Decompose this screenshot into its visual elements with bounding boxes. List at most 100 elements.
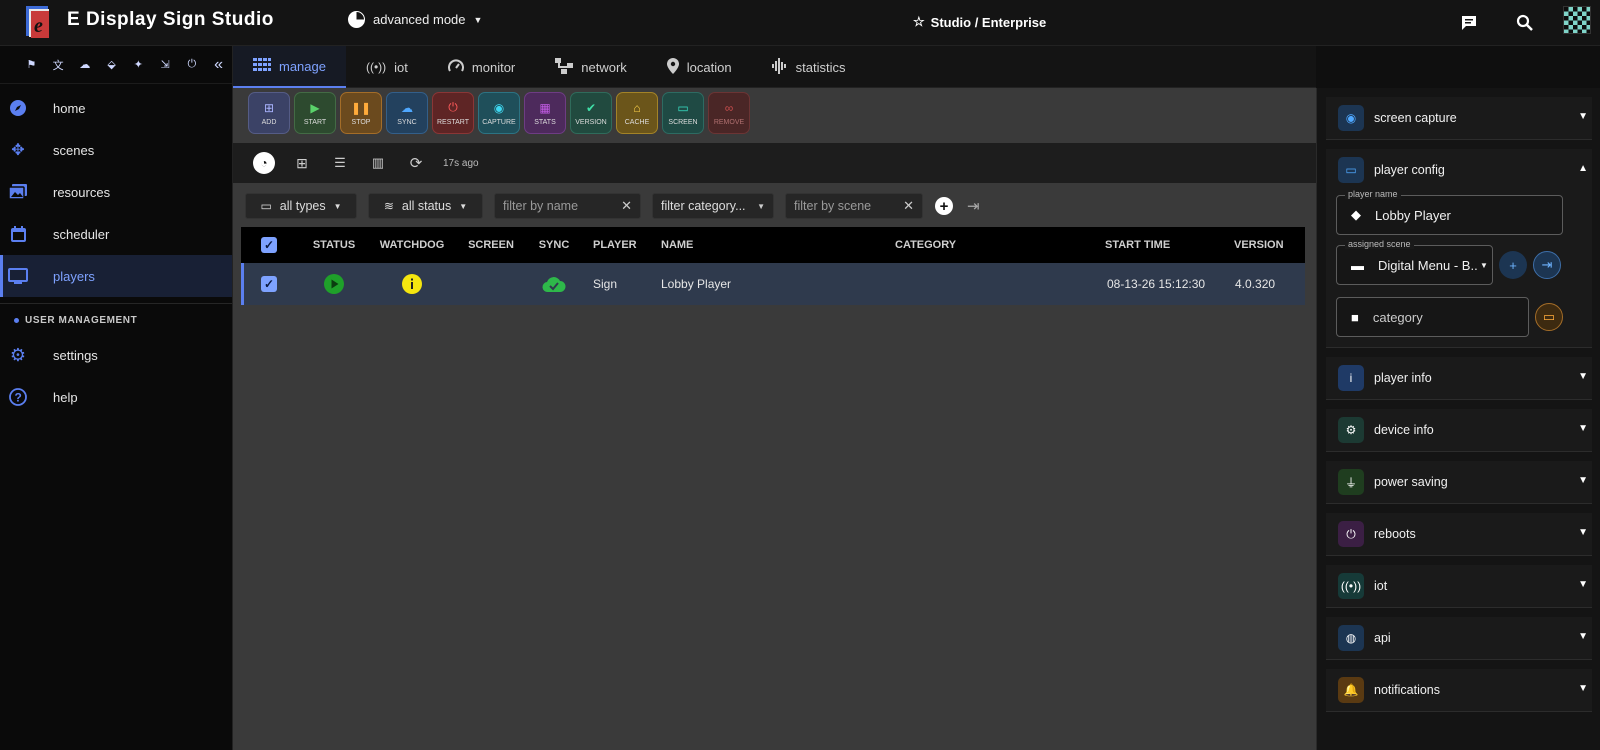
iot-header[interactable]: ((•)) iot ▼ [1326,565,1592,607]
open-scene-button[interactable]: ⇥ [1533,251,1561,279]
sidebar-item-players[interactable]: players [0,255,232,297]
row-checkbox[interactable]: ✓ [261,276,277,292]
player-cell: Sign [593,277,618,291]
sidebar-item-help[interactable]: ? help [0,376,232,418]
tab-network[interactable]: network [535,46,647,88]
add-filter-button[interactable]: + [935,197,953,215]
device-info-header[interactable]: ⚙ device info ▼ [1326,409,1592,451]
scene-filter-input[interactable]: filter by scene ✕ [785,193,923,219]
tab-location[interactable]: location [647,46,752,88]
cache-button[interactable]: ⌂ CACHE [616,92,658,134]
bulb-icon[interactable]: ✦ [125,55,152,75]
header-watchdog[interactable]: WATCHDOG [367,227,457,263]
start-button[interactable]: ▶ START [294,92,336,134]
browse-category-button[interactable]: ▭ [1535,303,1563,331]
screen-capture-header[interactable]: ◉ screen capture ▼ [1326,97,1592,139]
devices-icon: ▭ [260,199,272,213]
flag-icon[interactable]: ⚑ [18,55,45,75]
power-icon[interactable]: ⏻ [179,55,206,75]
header-name[interactable]: NAME [651,227,883,263]
type-filter[interactable]: ▭ all types ▼ [245,193,357,219]
app-logo: e [26,6,49,38]
add-scene-button[interactable]: + [1499,251,1527,279]
mode-selector[interactable]: advanced mode ▼ [348,11,482,28]
stop-button[interactable]: ❚❚ STOP [340,92,382,134]
search-icon[interactable] [1511,9,1539,37]
player-info-header[interactable]: i player info ▼ [1326,357,1592,399]
panel-notifications: 🔔 notifications ▼ [1326,669,1592,712]
chevron-down-icon: ▼ [1578,579,1588,590]
tab-monitor[interactable]: monitor [428,46,535,88]
last-updated: 17s ago [443,157,479,169]
api-header[interactable]: ◍ api ▼ [1326,617,1592,659]
restart-button[interactable]: ⏻ RESTART [432,92,474,134]
screen-cell [457,263,525,305]
app-title: E Display Sign Studio [67,9,274,30]
studio-label[interactable]: ☆ Studio / Enterprise [913,14,1046,30]
reboots-header[interactable]: ⏻ reboots ▼ [1326,513,1592,555]
caret-down-icon: ▼ [757,201,765,211]
broadcast-icon: ((•)) [1338,573,1364,599]
sidebar-item-scenes[interactable]: ✥ scenes [0,129,232,171]
view-grid-button[interactable]: ⊞ [283,149,321,177]
sidebar-item-home[interactable]: home [0,87,232,129]
collapse-icon[interactable]: « [205,55,232,75]
export-icon[interactable]: ⇲ [152,55,179,75]
panel-device-info: ⚙ device info ▼ [1326,409,1592,452]
grid-view-icon: ⊞ [296,154,308,171]
stats-button[interactable]: ▦ STATS [524,92,566,134]
category-input[interactable]: ■ category [1336,297,1529,337]
close-icon[interactable]: ✕ [903,198,914,214]
view-list-button[interactable]: ☰ [321,149,359,177]
cloud-upload-icon[interactable]: ☁ [72,55,99,75]
gear-icon: ⚙ [9,344,27,365]
players-table: ✓ STATUS WATCHDOG SCREEN SYNC PLAYER NAM… [241,227,1305,305]
header-sync[interactable]: SYNC [525,227,583,263]
table-header: ✓ STATUS WATCHDOG SCREEN SYNC PLAYER NAM… [241,227,1305,263]
player-config-header[interactable]: ▭ player config ▲ [1326,149,1592,191]
refresh-button[interactable]: ⟳ [397,149,435,177]
wifi-icon: ≋ [383,199,394,213]
notifications-header[interactable]: 🔔 notifications ▼ [1326,669,1592,711]
paint-icon[interactable]: ⬙ [98,55,125,75]
header-screen[interactable]: SCREEN [457,227,525,263]
power-saving-header[interactable]: ⏚ power saving ▼ [1326,461,1592,503]
sidebar-item-scheduler[interactable]: scheduler [0,213,232,255]
category-filter[interactable]: filter category... ▼ [652,193,774,219]
folder-open-icon: ▭ [1542,309,1556,324]
add-button[interactable]: ⊞ ADD [248,92,290,134]
view-auto-button[interactable]: ◔ [245,149,283,177]
avatar[interactable] [1563,6,1591,34]
compass-icon [8,98,28,118]
header-version[interactable]: VERSION [1219,227,1305,263]
status-filter[interactable]: ≋ all status ▼ [368,193,483,219]
header-start-time[interactable]: START TIME [1095,227,1219,263]
chevron-down-icon: ▼ [1578,111,1588,122]
view-columns-button[interactable]: ▥ [359,149,397,177]
header-category[interactable]: CATEGORY [883,227,1095,263]
tab-iot[interactable]: ((•)) iot [346,46,428,88]
table-row[interactable]: ✓ Sign Lobby Player 08-13-26 15:12:30 4.… [241,263,1305,305]
sidebar-item-settings[interactable]: ⚙ settings [0,334,232,376]
capture-button[interactable]: ◉ CAPTURE [478,92,520,134]
panel-screen-capture: ◉ screen capture ▼ [1326,97,1592,140]
sidebar-item-resources[interactable]: resources [0,171,232,213]
header-player[interactable]: PLAYER [583,227,651,263]
screen-button[interactable]: ▭ SCREEN [662,92,704,134]
assigned-scene-select[interactable]: assigned scene ▬ Digital Menu - B... ▼ [1336,239,1493,285]
chat-icon[interactable] [1455,9,1483,37]
name-filter-input[interactable]: filter by name ✕ [494,193,641,219]
tab-manage[interactable]: manage [233,46,346,88]
plus-icon: + [1509,257,1517,273]
select-all-checkbox[interactable]: ✓ [261,237,277,253]
tab-statistics[interactable]: statistics [752,46,866,88]
remove-button[interactable]: ∞ REMOVE [708,92,750,134]
header-status[interactable]: STATUS [301,227,367,263]
player-name-field[interactable]: player name ◆ Lobby Player [1336,189,1563,235]
version-button[interactable]: ✔ VERSION [570,92,612,134]
power-icon: ⏻ [448,100,458,114]
translate-icon[interactable]: 文 [45,55,72,75]
login-icon[interactable]: ⇥ [967,197,980,215]
close-icon[interactable]: ✕ [621,198,632,214]
sync-button[interactable]: ☁ SYNC [386,92,428,134]
